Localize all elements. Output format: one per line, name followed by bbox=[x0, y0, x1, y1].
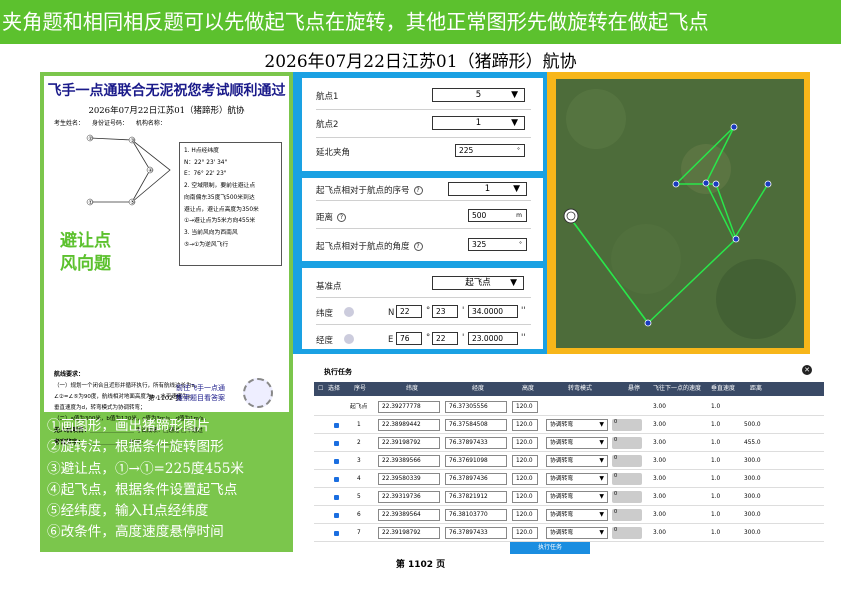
caret-down-icon: ▼ bbox=[511, 118, 518, 128]
takeoff-angle-label: 起飞点相对于航点的角度? bbox=[316, 240, 423, 252]
longitude-label: 经度 bbox=[316, 336, 334, 346]
svg-text:③: ③ bbox=[131, 138, 135, 144]
field-id: 身份证号码： bbox=[91, 120, 128, 127]
paper-logo-text: 前往飞手一点通 搜索题目看答案 bbox=[176, 384, 225, 402]
exam-paper: 飞手一点通联合无泥祝您考试顺利通过 2026年07月22日江苏01（猪蹄形）航协… bbox=[44, 76, 289, 446]
table-row[interactable]: 7 22.39198792 76.37897433 120.0 协调转弯 ▼ 0 … bbox=[314, 524, 824, 542]
table-row[interactable]: 1 22.38989442 76.37584508 120.0 协调转弯 ▼ 0 … bbox=[314, 416, 824, 434]
waypoint1-label: 航点1 bbox=[316, 92, 339, 102]
row-checkbox[interactable] bbox=[334, 459, 339, 464]
field-name: 考生姓名： bbox=[54, 120, 85, 127]
caret-down-icon: ▼ bbox=[510, 278, 517, 288]
takeoff-angle-input[interactable]: 325 ° bbox=[468, 238, 527, 251]
turn-mode-select[interactable]: 协调转弯 ▼ bbox=[546, 473, 608, 485]
svg-text:②: ② bbox=[89, 136, 94, 142]
turn-mode-select[interactable]: 协调转弯 ▼ bbox=[546, 437, 608, 449]
reference-point-select[interactable]: 起飞点 ▼ bbox=[432, 276, 524, 290]
row-checkbox[interactable] bbox=[334, 441, 339, 446]
paper-fields: 考生姓名： 身份证号码： 机构名称： bbox=[54, 118, 172, 127]
row-checkbox[interactable] bbox=[334, 495, 339, 500]
svg-text:⑤: ⑤ bbox=[131, 200, 135, 206]
turn-mode-select[interactable]: 协调转弯 ▼ bbox=[546, 419, 608, 431]
longitude-minutes-input[interactable]: 22 bbox=[432, 332, 458, 345]
question-circle-icon[interactable]: ? bbox=[337, 213, 347, 222]
satellite-map[interactable] bbox=[556, 79, 804, 348]
caret-down-icon: ▼ bbox=[511, 90, 518, 100]
steps-list: ①画图形，画出猪蹄形图片 ②旋转法，根据条件旋转图形 ③避让点，①→①=225度… bbox=[47, 416, 244, 544]
document-title: 2026年07月22日江苏01（猪蹄形）航协 bbox=[264, 52, 577, 72]
table-row[interactable]: 2 22.39198792 76.37897433 120.0 协调转弯 ▼ 0 … bbox=[314, 434, 824, 452]
close-circle-icon[interactable]: ✕ bbox=[802, 365, 812, 375]
north-angle-input[interactable]: 225 ° bbox=[455, 144, 525, 157]
svg-text:①: ① bbox=[89, 200, 94, 206]
rotation-form: 航点1 5 ▼ 航点2 1 ▼ 延北夹角 225 ° bbox=[302, 78, 543, 171]
row-checkbox[interactable] bbox=[334, 423, 339, 428]
table-row[interactable]: 起飞点 22.39277778 76.37305556 120.0 3.00 1… bbox=[314, 398, 824, 416]
waypoint1-select[interactable]: 5 ▼ bbox=[432, 88, 525, 102]
toggle-circle-icon[interactable] bbox=[344, 334, 354, 344]
top-banner: 夹角题和相同相反题可以先做起飞点在旋转，其他正常图形先做旋转在做起飞点 bbox=[0, 0, 841, 44]
takeoff-index-select[interactable]: 1 ▼ bbox=[448, 182, 527, 196]
latitude-direction: N bbox=[388, 308, 395, 318]
step-1: ①画图形，画出猪蹄形图片 bbox=[47, 418, 211, 434]
paper-subtitle: 2026年07月22日江苏01（猪蹄形）航协 bbox=[88, 106, 245, 116]
execute-task-panel: 执行任务 ✕ ☐ 选择 序号 纬度 经度 高度 转弯模式 悬停 飞往下一点的速度… bbox=[314, 362, 824, 554]
step-3: ③避让点，①→①=225度455米 bbox=[47, 460, 245, 477]
latitude-seconds-input[interactable]: 34.0000 bbox=[468, 305, 518, 318]
north-angle-label: 延北夹角 bbox=[316, 148, 351, 158]
question-circle-icon[interactable]: ? bbox=[413, 186, 423, 195]
row-checkbox[interactable] bbox=[334, 531, 339, 536]
turn-mode-select[interactable]: 协调转弯 ▼ bbox=[546, 509, 608, 521]
question-circle-icon[interactable]: ? bbox=[413, 242, 423, 251]
reference-point-form: 基准点 起飞点 ▼ 纬度 N 22 ° 23 ' 34.0000 '' 经度 E … bbox=[302, 268, 543, 349]
takeoff-index-label: 起飞点相对于航点的序号? bbox=[316, 184, 423, 196]
field-org: 机构名称： bbox=[135, 120, 166, 127]
turn-mode-select[interactable]: 协调转弯 ▼ bbox=[546, 527, 608, 539]
takeoff-form: 起飞点相对于航点的序号? 1 ▼ 距离? 500 m 起飞点相对于航点的角度? 32… bbox=[302, 178, 543, 261]
distance-label: 距离? bbox=[316, 211, 347, 223]
step-4: ④起飞点，根据条件设置起飞点 bbox=[47, 481, 238, 498]
paper-notes: 1. H点经纬度 N：22° 23' 34" E：76° 22' 23" 2. … bbox=[179, 142, 282, 266]
toggle-circle-icon[interactable] bbox=[344, 307, 354, 317]
step-2: ②旋转法，根据条件旋转图形 bbox=[47, 439, 224, 456]
waypoint2-select[interactable]: 1 ▼ bbox=[432, 116, 525, 130]
wind-question-label: 风向题 bbox=[60, 254, 111, 274]
latitude-degrees-input[interactable]: 22 bbox=[396, 305, 422, 318]
latitude-minutes-input[interactable]: 23 bbox=[432, 305, 458, 318]
longitude-degrees-input[interactable]: 76 bbox=[396, 332, 422, 345]
row-checkbox[interactable] bbox=[334, 513, 339, 518]
pig-trotter-diagram: ② ③ ④ ⑤ ① bbox=[86, 134, 171, 206]
step-5: ⑤经纬度，输入H点经纬度 bbox=[47, 503, 209, 520]
table-row[interactable]: 5 22.39319736 76.37821912 120.0 协调转弯 ▼ 0 … bbox=[314, 488, 824, 506]
longitude-seconds-input[interactable]: 23.0000 bbox=[468, 332, 518, 345]
longitude-direction: E bbox=[388, 335, 394, 345]
distance-input[interactable]: 500 m bbox=[468, 209, 527, 222]
flight-route bbox=[556, 79, 804, 348]
page-number: 第 1102 页 bbox=[395, 560, 446, 570]
reference-point-label: 基准点 bbox=[316, 282, 342, 292]
select-all-checkbox[interactable]: ☐ bbox=[318, 382, 323, 396]
caret-down-icon: ▼ bbox=[513, 184, 520, 194]
avoid-point-label: 避让点 bbox=[60, 231, 111, 251]
panel-title: 执行任务 bbox=[324, 368, 352, 376]
step-6: ⑥改条件，高度速度悬停时间 bbox=[47, 524, 224, 541]
table-row[interactable]: 3 22.39389566 76.37691098 120.0 协调转弯 ▼ 0 … bbox=[314, 452, 824, 470]
row-checkbox[interactable] bbox=[334, 477, 339, 482]
latitude-label: 纬度 bbox=[316, 309, 334, 319]
turn-mode-select[interactable]: 协调转弯 ▼ bbox=[546, 455, 608, 467]
paper-heading: 飞手一点通联合无泥祝您考试顺利通过 bbox=[47, 83, 286, 99]
qr-code-icon bbox=[243, 378, 273, 408]
table-row[interactable]: 6 22.39389564 76.38103770 120.0 协调转弯 ▼ 0 … bbox=[314, 506, 824, 524]
svg-text:④: ④ bbox=[149, 168, 154, 174]
table-header: ☐ 选择 序号 纬度 经度 高度 转弯模式 悬停 飞往下一点的速度 垂直速度 距… bbox=[314, 382, 824, 396]
execute-task-button[interactable]: 执行任务 bbox=[510, 542, 590, 554]
turn-mode-select[interactable]: 协调转弯 ▼ bbox=[546, 491, 608, 503]
waypoint2-label: 航点2 bbox=[316, 120, 339, 130]
table-row[interactable]: 4 22.39580339 76.37897436 120.0 协调转弯 ▼ 0 … bbox=[314, 470, 824, 488]
